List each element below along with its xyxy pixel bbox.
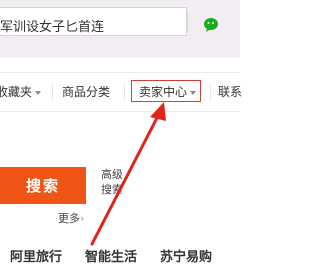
nav-item-categories[interactable]: 商品分类 xyxy=(62,83,110,100)
nav-item-seller-center-label: 卖家中心 xyxy=(139,85,188,99)
more-link[interactable]: 更多› xyxy=(58,210,84,226)
bottom-link-smart-life[interactable]: 智能生活 xyxy=(85,246,137,265)
nav-separator xyxy=(124,84,125,100)
divider xyxy=(187,12,188,32)
chevron-right-icon: › xyxy=(80,212,85,225)
bottom-link-suning[interactable]: 苏宁易购 xyxy=(160,246,212,265)
caret-down-icon xyxy=(190,90,197,95)
bottom-link-alitrip[interactable]: 阿里旅行 xyxy=(10,246,62,265)
nav-item-favorites-label: 收藏夹 xyxy=(0,85,33,99)
nav-separator xyxy=(52,84,53,100)
nav-item-seller-center[interactable]: 卖家中心 xyxy=(139,83,197,100)
caret-down-icon xyxy=(35,90,42,95)
wechat-icon[interactable] xyxy=(204,18,220,32)
more-link-label: 更多 xyxy=(58,212,80,225)
search-button[interactable]: 搜索 xyxy=(0,167,86,204)
nav-item-favorites[interactable]: 收藏夹 xyxy=(0,83,42,100)
nav-item-contact[interactable]: 联系 xyxy=(218,83,242,100)
search-query-text[interactable]: 军训设女子匕首连 xyxy=(0,16,104,35)
advanced-search-link[interactable]: 高级搜索 xyxy=(101,167,125,197)
nav-separator xyxy=(210,84,211,100)
